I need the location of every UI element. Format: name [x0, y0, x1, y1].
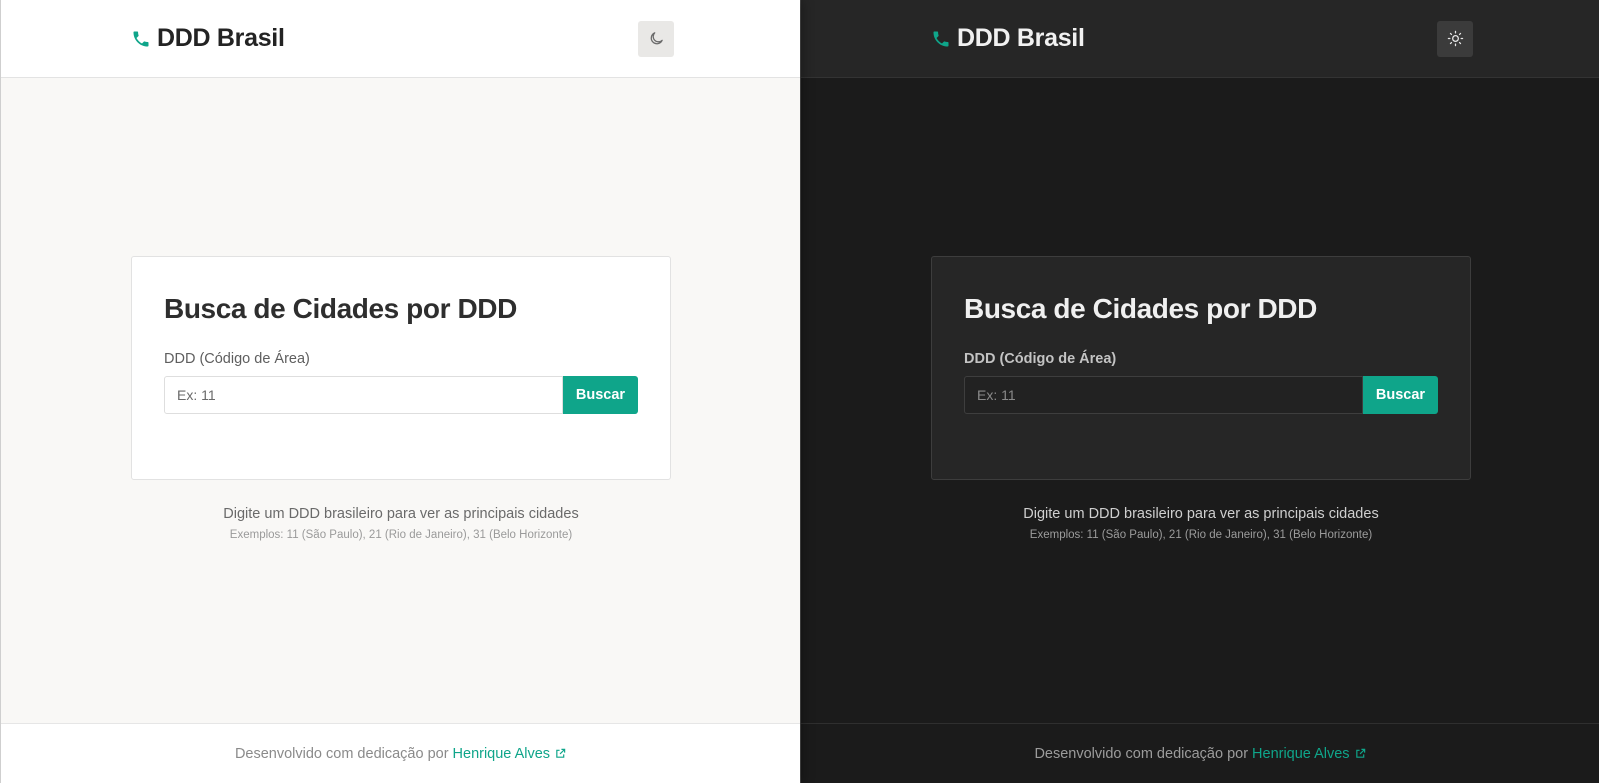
hint-block: Digite um DDD brasileiro para ver as pri… [931, 506, 1471, 541]
theme-toggle-button[interactable] [1437, 20, 1473, 57]
brand-logo[interactable]: DDD Brasil [931, 24, 1085, 53]
ddd-field-label: DDD (Código de Área) [164, 351, 310, 367]
main-content: Busca de Cidades por DDD DDD (Código de … [801, 78, 1599, 723]
hint-examples: Exemplos: 11 (São Paulo), 21 (Rio de Jan… [1029, 529, 1373, 541]
light-theme-pane: DDD Brasil Busca de Cidades por DDD DDD … [0, 0, 800, 783]
search-button[interactable]: Buscar [1363, 376, 1438, 414]
brand-name: DDD Brasil [957, 24, 1085, 52]
dark-theme-pane: DDD Brasil Busca de Cidades por DDD DDD … [800, 0, 1599, 783]
search-row: Buscar [164, 376, 638, 414]
footer: Desenvolvido com dedicação por Henrique … [1, 723, 800, 783]
author-link[interactable]: Henrique Alves [453, 746, 567, 762]
hint-examples: Exemplos: 11 (São Paulo), 21 (Rio de Jan… [229, 529, 573, 541]
ddd-input[interactable] [964, 376, 1363, 414]
author-name: Henrique Alves [452, 745, 551, 762]
theme-toggle-button[interactable] [638, 20, 674, 57]
external-link-icon [1355, 748, 1366, 759]
card-title: Busca de Cidades por DDD [164, 293, 517, 324]
header: DDD Brasil [801, 0, 1599, 78]
main-content: Busca de Cidades por DDD DDD (Código de … [1, 78, 800, 723]
brand-logo[interactable]: DDD Brasil [131, 24, 285, 53]
author-link[interactable]: Henrique Alves [1252, 746, 1366, 762]
footer-text: Desenvolvido com dedicação por [1034, 745, 1249, 762]
moon-icon [648, 30, 665, 47]
search-button[interactable]: Buscar [563, 376, 638, 414]
footer-text: Desenvolvido com dedicação por [234, 745, 449, 762]
brand-name: DDD Brasil [157, 24, 285, 52]
ddd-field-label: DDD (Código de Área) [964, 351, 1117, 367]
phone-icon [131, 29, 151, 49]
header: DDD Brasil [1, 0, 800, 78]
hint-text: Digite um DDD brasileiro para ver as pri… [223, 506, 579, 522]
card-title: Busca de Cidades por DDD [964, 293, 1317, 324]
hint-block: Digite um DDD brasileiro para ver as pri… [131, 506, 671, 541]
external-link-icon [555, 748, 566, 759]
search-card: Busca de Cidades por DDD DDD (Código de … [131, 256, 671, 480]
hint-text: Digite um DDD brasileiro para ver as pri… [1023, 506, 1379, 522]
ddd-input[interactable] [164, 376, 563, 414]
sun-icon [1447, 30, 1464, 47]
search-card: Busca de Cidades por DDD DDD (Código de … [931, 256, 1471, 480]
footer: Desenvolvido com dedicação por Henrique … [801, 723, 1599, 783]
search-row: Buscar [964, 376, 1438, 414]
author-name: Henrique Alves [1252, 745, 1350, 762]
split-view: DDD Brasil Busca de Cidades por DDD DDD … [0, 0, 1599, 783]
phone-icon [931, 29, 951, 49]
